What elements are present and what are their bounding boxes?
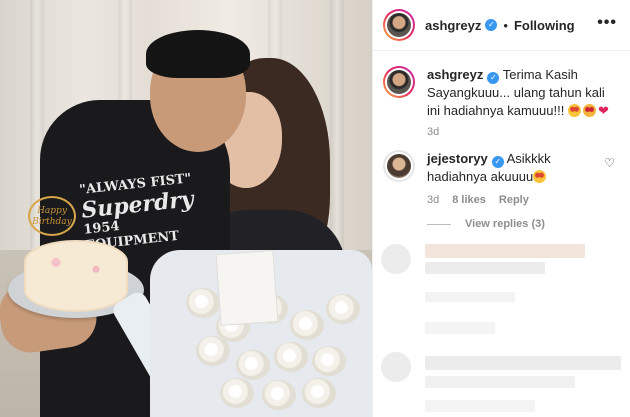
separator-dot: • — [503, 17, 508, 33]
verified-badge-icon: ✓ — [485, 19, 498, 31]
comment-likes[interactable]: 8 likes — [452, 194, 486, 206]
rose — [196, 336, 230, 366]
blurred-text — [425, 356, 621, 370]
comment-timestamp[interactable]: 3d — [427, 194, 439, 206]
star-struck-emoji-icon — [567, 104, 581, 117]
star-struck-emoji-icon — [533, 170, 547, 183]
more-options-icon[interactable]: ••• — [597, 14, 617, 32]
caption-username[interactable]: ashgreyz — [427, 67, 483, 82]
post-side-panel: ashgreyz ✓ • Following ••• ashgreyz ✓ Ter… — [372, 0, 630, 417]
rose — [236, 350, 270, 380]
rose — [302, 378, 336, 408]
view-replies-label: View replies (3) — [465, 218, 545, 230]
replies-divider — [427, 223, 451, 225]
like-comment-heart-icon[interactable]: ♡ — [604, 156, 615, 170]
commenter-avatar[interactable] — [383, 150, 415, 182]
view-replies-button[interactable]: View replies (3) — [427, 218, 545, 230]
verified-badge-icon: ✓ — [491, 156, 504, 168]
author-avatar[interactable] — [383, 9, 415, 41]
rose — [262, 380, 296, 410]
caption: ashgreyz ✓ Terima Kasih Sayangkuuu... ula… — [383, 66, 621, 138]
blurred-avatar — [381, 352, 411, 382]
rose — [312, 346, 346, 376]
comment-item: jejestoryy ✓ Asikkkk hadiahnya akuuuu ♡ 3… — [383, 150, 621, 206]
comment-username[interactable]: jejestoryy — [427, 151, 488, 166]
rose — [220, 378, 254, 408]
reply-button[interactable]: Reply — [499, 194, 529, 206]
rose — [274, 342, 308, 372]
rose — [290, 310, 324, 340]
caption-timestamp[interactable]: 3d — [427, 126, 439, 138]
blurred-text — [425, 376, 575, 388]
verified-badge-icon: ✓ — [487, 72, 500, 84]
blurred-text — [425, 322, 495, 334]
cake-topper: Happy Birthday — [28, 196, 76, 236]
following-button[interactable]: Following — [514, 18, 575, 33]
smiling-hearts-emoji-icon — [582, 104, 596, 117]
blurred-text — [425, 244, 585, 258]
post-header: ashgreyz ✓ • Following ••• — [373, 0, 630, 51]
blurred-text — [425, 400, 535, 412]
blurred-text — [425, 292, 515, 302]
red-heart-emoji-icon: ❤ — [597, 103, 609, 118]
rose — [326, 294, 360, 324]
post-photo[interactable]: "ALWAYS FIST" Superdry 1954 EQUIPMENT Ha… — [0, 0, 372, 417]
birthday-cake — [24, 240, 128, 312]
man-hair — [146, 30, 250, 78]
gift-card — [215, 250, 279, 326]
caption-avatar[interactable] — [383, 66, 415, 98]
blurred-text — [425, 262, 545, 274]
blurred-avatar — [381, 244, 411, 274]
rose — [186, 288, 220, 318]
author-username[interactable]: ashgreyz — [425, 18, 481, 33]
